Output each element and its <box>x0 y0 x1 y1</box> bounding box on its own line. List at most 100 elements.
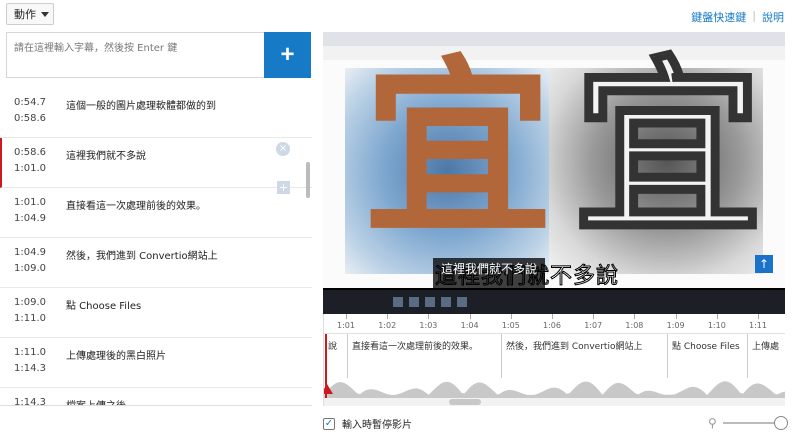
ruler-tick-mark <box>469 314 471 319</box>
caption-list-scrollbar[interactable] <box>306 162 310 198</box>
caption-end-time[interactable]: 1:11.0 <box>14 311 56 327</box>
taskbar-app-icon <box>425 297 435 307</box>
ruler-tick-mark <box>675 314 677 319</box>
timeline[interactable]: 1:01 1:02 1:03 1:04 1:05 1:06 1:07 1:08 1:09 1:10… <box>323 314 785 406</box>
caption-row[interactable]: 1:14.3檔案上傳之後 <box>0 388 312 406</box>
chevron-down-icon <box>41 11 49 17</box>
timeline-ruler[interactable]: 1:01 1:02 1:03 1:04 1:05 1:06 1:07 1:08 1:09 1:10… <box>324 314 785 334</box>
caption-times[interactable]: 0:54.7 0:58.6 <box>14 95 56 127</box>
caption-text[interactable]: 這裡我們就不多說 <box>66 147 146 162</box>
caption-end-time[interactable]: 1:14.3 <box>14 361 56 377</box>
taskbar-app-icon <box>457 297 467 307</box>
delete-caption-icon[interactable]: × <box>276 142 290 156</box>
taskbar-app-icon <box>393 297 403 307</box>
caption-times[interactable]: 1:04.9 1:09.0 <box>14 245 56 277</box>
ruler-tick-label: 1:10 <box>707 321 726 330</box>
caption-row[interactable]: 1:09.0 1:11.0 點 Choose Files <box>0 288 312 338</box>
actions-dropdown[interactable]: 動作 <box>6 3 54 25</box>
caption-row[interactable]: 0:54.7 0:58.6 這個一般的圖片處理軟體都做的到 <box>0 88 312 138</box>
caption-row[interactable]: 0:58.6 1:01.0 這裡我們就不多說 × + <box>0 138 312 194</box>
timeline-scroll-thumb[interactable] <box>449 399 481 405</box>
caption-end-time[interactable]: 0:58.6 <box>14 111 56 127</box>
caption-start-time[interactable]: 1:09.0 <box>14 295 56 311</box>
keyboard-shortcuts-link[interactable]: 鍵盤快速鍵 <box>691 9 746 25</box>
link-separator: | <box>752 9 756 22</box>
caption-text[interactable]: 上傳處理後的黑白照片 <box>66 347 166 362</box>
video-player[interactable]: 宜 宜 這裡我們就不多說 這裡我們就不多說 ↑ <box>323 32 785 314</box>
top-links: 鍵盤快速鍵 | 說明 <box>691 9 784 25</box>
caption-text[interactable]: 這個一般的圖片處理軟體都做的到 <box>66 97 216 112</box>
ruler-tick-mark <box>758 314 759 319</box>
caption-row[interactable]: 1:11.0 1:14.3 上傳處理後的黑白照片 <box>0 338 312 388</box>
taskbar-app-icon <box>409 297 419 307</box>
help-link[interactable]: 說明 <box>762 9 784 25</box>
caption-start-time[interactable]: 1:04.9 <box>14 245 56 261</box>
timeline-caption-segment[interactable]: 點 Choose Files <box>668 334 748 378</box>
zoom-slider-knob[interactable] <box>773 416 788 430</box>
ruler-tick-label: 1:09 <box>666 321 685 330</box>
plus-icon: + <box>280 41 295 68</box>
ruler-tick-label: 1:01 <box>337 321 355 330</box>
checkmark-icon: ✓ <box>324 417 334 429</box>
caption-text[interactable]: 點 Choose Files <box>66 297 141 312</box>
caption-end-time[interactable]: 1:01.0 <box>14 161 56 177</box>
pause-label: 輸入時暫停影片 <box>342 420 412 431</box>
caption-input-box <box>6 32 264 78</box>
ruler-tick-mark <box>593 314 595 319</box>
timeline-caption-segment[interactable]: 直接看這一次處理前後的效果。 <box>348 334 502 378</box>
ruler-tick-mark <box>428 314 430 319</box>
ruler-tick-mark <box>510 314 512 319</box>
ruler-tick-label: 1:05 <box>501 321 520 330</box>
taskbar-icons <box>393 297 467 307</box>
timeline-caption-segment[interactable]: 然後，我們進到 Convertio網站上 <box>502 334 668 378</box>
ruler-tick-label: 1:08 <box>625 321 644 330</box>
zoom-control: ⚲ <box>708 416 788 430</box>
ruler-tick-label: 1:06 <box>543 321 561 330</box>
ruler-tick-mark <box>634 314 636 319</box>
ruler-tick-mark <box>387 314 389 319</box>
ruler-tick-label: 1:11 <box>749 321 767 330</box>
caption-text[interactable]: 直接看這一次處理前後的效果。 <box>66 197 206 212</box>
caption-start-time[interactable]: 1:01.0 <box>14 195 56 211</box>
pause-checkbox[interactable]: ✓ <box>323 417 335 430</box>
pause-while-typing-option[interactable]: ✓ 輸入時暫停影片 <box>323 416 412 431</box>
ruler-tick-mark <box>346 314 347 319</box>
arrow-up-icon: ↑ <box>755 255 773 273</box>
caption-times[interactable]: 1:11.0 1:14.3 <box>14 345 56 377</box>
caption-times[interactable]: 1:01.0 1:04.9 <box>14 195 56 227</box>
caption-list[interactable]: 0:54.7 0:58.6 這個一般的圖片處理軟體都做的到 0:58.6 1:01.0 這… <box>0 88 312 406</box>
subtitle-overlay: 這裡我們就不多說 <box>433 258 546 290</box>
playhead-handle[interactable] <box>324 384 333 394</box>
timeline-segments: 說直接看這一次處理前後的效果。 然後，我們進到 Convertio網站上點 Cho… <box>324 334 785 378</box>
caption-start-time[interactable]: 0:54.7 <box>14 95 56 111</box>
caption-times[interactable]: 1:09.0 1:11.0 <box>14 295 56 327</box>
caption-times[interactable]: 0:58.6 1:01.0 <box>14 145 56 177</box>
caption-row[interactable]: 1:01.0 1:04.9 直接看這一次處理前後的效果。 <box>0 188 312 238</box>
zoom-slider[interactable] <box>722 416 788 430</box>
original-glyph: 宜 <box>363 37 554 260</box>
caption-input[interactable] <box>7 33 264 77</box>
caption-start-time[interactable]: 1:11.0 <box>14 345 56 361</box>
caption-start-time[interactable]: 0:58.6 <box>14 145 56 161</box>
timeline-caption-segment[interactable]: 上傳處 <box>748 334 785 378</box>
ruler-tick-mark <box>716 314 718 319</box>
waveform-shape <box>324 381 785 398</box>
timeline-caption-segment[interactable]: 說 <box>324 334 348 378</box>
insert-caption-icon[interactable]: + <box>277 181 290 194</box>
video-taskbar <box>323 290 785 314</box>
caption-end-time[interactable]: 1:09.0 <box>14 261 56 277</box>
add-caption-button[interactable]: + <box>264 32 311 78</box>
ruler-tick-label: 1:04 <box>460 321 479 330</box>
actions-label: 動作 <box>14 8 36 21</box>
caption-end-time[interactable]: 1:04.9 <box>14 211 56 227</box>
zoom-icon: ⚲ <box>708 416 717 430</box>
timeline-scrollbar[interactable] <box>324 398 785 406</box>
ruler-tick-label: 1:07 <box>584 321 603 330</box>
audio-waveform <box>324 381 785 398</box>
caption-list-divider <box>0 405 312 406</box>
ruler-tick-mark <box>552 314 553 319</box>
caption-row[interactable]: 1:04.9 1:09.0 然後，我們進到 Convertio網站上 <box>0 238 312 288</box>
caption-text[interactable]: 然後，我們進到 Convertio網站上 <box>66 247 218 262</box>
taskbar-app-icon <box>441 297 451 307</box>
processed-glyph: 宜 <box>571 37 764 260</box>
